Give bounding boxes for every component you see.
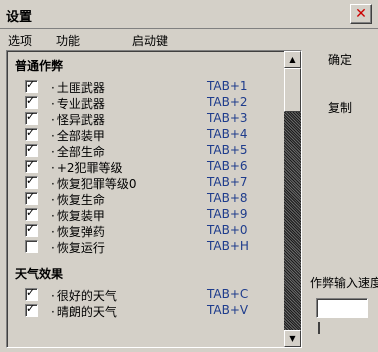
checkmark-icon: ✓ (26, 206, 36, 219)
menu-hotkey[interactable]: 启动键 (132, 32, 168, 49)
close-button[interactable]: ✕ (350, 4, 372, 24)
cheat-label: 专业武器 (51, 95, 105, 112)
cheat-checkbox[interactable]: ✓ (25, 126, 38, 141)
cheat-checkbox[interactable]: ✓ (25, 158, 38, 173)
cheat-checkbox[interactable] (25, 240, 38, 253)
section-title: 天气效果 (15, 267, 64, 281)
cheat-label: 土匪武器 (51, 79, 105, 96)
cheat-checkbox[interactable]: ✓ (25, 206, 38, 221)
scroll-thumb[interactable] (284, 68, 301, 112)
cheat-row[interactable]: ✓ 专业武器 TAB+2 (7, 94, 283, 112)
cheat-label: 恢复装甲 (51, 207, 105, 224)
scroll-up-button[interactable]: ▲ (284, 51, 301, 68)
cheat-row[interactable]: ✓ +2犯罪等级 TAB+6 (7, 158, 283, 176)
close-icon: ✕ (355, 6, 367, 22)
speed-slider-box[interactable] (316, 298, 368, 318)
cheat-checkbox[interactable]: ✓ (25, 174, 38, 189)
cheat-hotkey: TAB+7 (207, 175, 248, 189)
arrow-down-icon: ▼ (289, 334, 296, 343)
checkmark-icon: ✓ (26, 126, 36, 139)
cheat-row[interactable]: ✓ 很好的天气 TAB+C (7, 286, 283, 304)
cheat-row[interactable]: ✓ 恢复犯罪等级0 TAB+7 (7, 174, 283, 192)
cheat-checkbox[interactable]: ✓ (25, 142, 38, 157)
cheat-label: 怪异武器 (51, 111, 105, 128)
cheat-hotkey: TAB+3 (207, 111, 248, 125)
checkmark-icon: ✓ (26, 222, 36, 235)
speed-label: 作弊输入速度 (310, 276, 378, 290)
cheat-row[interactable]: ✓ 土匪武器 TAB+1 (7, 78, 283, 96)
cheat-checkbox[interactable]: ✓ (25, 94, 38, 109)
arrow-up-icon: ▲ (289, 55, 296, 64)
cheat-hotkey: TAB+6 (207, 159, 248, 173)
cheat-label: 恢复生命 (51, 191, 105, 208)
menu-functions[interactable]: 功能 (56, 32, 80, 49)
cheat-hotkey: TAB+5 (207, 143, 248, 157)
cheat-label: 全部生命 (51, 143, 105, 160)
cheat-row[interactable]: 恢复运行 TAB+H (7, 239, 283, 255)
cheat-row[interactable]: ✓ 全部装甲 TAB+4 (7, 126, 283, 144)
cheat-label: 恢复运行 (51, 239, 105, 256)
cheat-row[interactable]: ✓ 恢复装甲 TAB+9 (7, 206, 283, 224)
cheat-list: 普通作弊 ✓ 土匪武器 TAB+1 ✓ 专业武器 TAB+2 ✓ 怪异武器 TAB+3 ✓ 全部装甲 T… (6, 50, 302, 348)
checkmark-icon: ✓ (26, 78, 36, 91)
checkmark-icon: ✓ (26, 158, 36, 171)
cheat-hotkey: TAB+1 (207, 79, 248, 93)
cheat-label: 很好的天气 (51, 287, 117, 304)
checkmark-icon: ✓ (26, 110, 36, 123)
vertical-scrollbar[interactable]: ▲ ▼ (284, 51, 301, 347)
scroll-down-button[interactable]: ▼ (284, 330, 301, 347)
checkmark-icon: ✓ (26, 94, 36, 107)
cheat-hotkey: TAB+2 (207, 95, 248, 109)
cheat-row[interactable]: ✓ 全部生命 TAB+5 (7, 142, 283, 160)
cheat-row[interactable]: ✓ 恢复生命 TAB+8 (7, 190, 283, 208)
speed-slider-thumb[interactable] (318, 322, 320, 334)
cheat-checkbox[interactable]: ✓ (25, 110, 38, 125)
cheat-hotkey: TAB+C (207, 287, 249, 301)
cheat-hotkey: TAB+4 (207, 127, 248, 141)
cheat-row[interactable]: ✓ 晴朗的天气 TAB+V (7, 302, 283, 320)
cheat-label: 全部装甲 (51, 127, 105, 144)
cheat-checkbox[interactable]: ✓ (25, 222, 38, 237)
menu-options[interactable]: 选项 (8, 32, 32, 49)
cheat-label: 晴朗的天气 (51, 303, 117, 320)
copy-button[interactable]: 复制 (316, 98, 364, 118)
cheat-checkbox[interactable]: ✓ (25, 286, 38, 301)
cheat-list-content: 普通作弊 ✓ 土匪武器 TAB+1 ✓ 专业武器 TAB+2 ✓ 怪异武器 TAB+3 ✓ 全部装甲 T… (7, 51, 283, 347)
checkmark-icon: ✓ (26, 174, 36, 187)
cheat-row[interactable]: ✓ 恢复弹药 TAB+0 (7, 222, 283, 240)
cheat-checkbox[interactable]: ✓ (25, 78, 38, 93)
checkmark-icon: ✓ (26, 142, 36, 155)
cheat-hotkey: TAB+9 (207, 207, 248, 221)
ok-button[interactable]: 确定 (316, 50, 364, 70)
cheat-checkbox[interactable]: ✓ (25, 302, 38, 317)
cheat-label: 恢复犯罪等级0 (51, 175, 137, 192)
checkmark-icon: ✓ (26, 190, 36, 203)
cheat-label: 恢复弹药 (51, 223, 105, 240)
cheat-hotkey: TAB+H (207, 239, 249, 253)
cheat-hotkey: TAB+0 (207, 223, 248, 237)
cheat-hotkey: TAB+V (207, 303, 249, 317)
cheat-hotkey: TAB+8 (207, 191, 248, 205)
cheat-row[interactable]: ✓ 怪异武器 TAB+3 (7, 110, 283, 128)
checkmark-icon: ✓ (26, 302, 36, 315)
section-title: 普通作弊 (15, 59, 64, 73)
cheat-checkbox[interactable]: ✓ (25, 190, 38, 205)
checkmark-icon: ✓ (26, 286, 36, 299)
cheat-label: +2犯罪等级 (51, 159, 123, 176)
title-bar: 设置 ✕ (0, 0, 378, 29)
menu-bar: 选项 功能 启动键 (0, 28, 378, 50)
window-title: 设置 (6, 10, 33, 25)
